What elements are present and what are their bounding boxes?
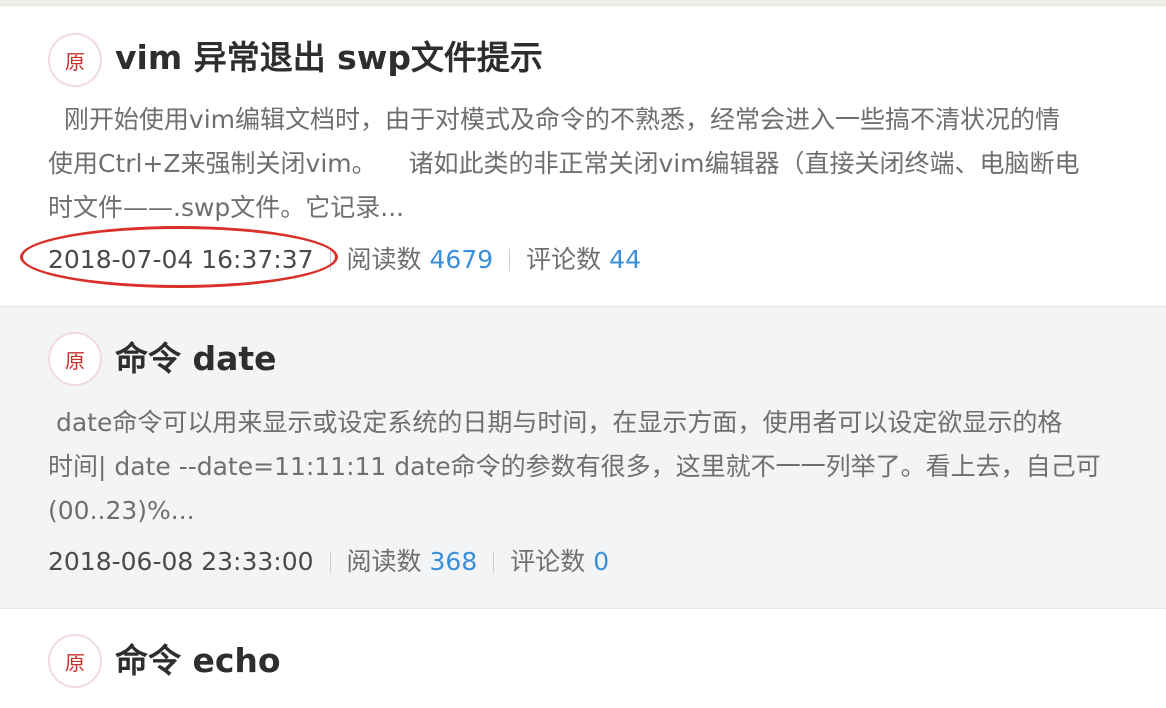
article-item[interactable]: 原 命令 date date命令可以用来显示或设定系统的日期与时间，在显示方面，… (0, 307, 1166, 609)
meta-separator (493, 551, 495, 573)
summary-line: 时文件——.swp文件。它记录... (48, 193, 405, 222)
comment-count[interactable]: 44 (609, 243, 641, 277)
comment-count-label[interactable]: 评论数 (510, 545, 585, 579)
article-meta: 2018-07-04 16:37:37 阅读数 4679 评论数 44 (48, 243, 641, 277)
article-title[interactable]: 命令 echo (115, 641, 281, 681)
original-badge-label: 原 (65, 650, 85, 675)
summary-line: 时间| date --date=11:11:11 date命令的参数有很多，这里… (48, 452, 1101, 481)
comment-count-label[interactable]: 评论数 (526, 243, 601, 277)
article-item[interactable]: 原 命令 echo (0, 609, 1166, 708)
original-badge-label: 原 (65, 49, 85, 74)
meta-separator (329, 551, 331, 573)
summary-line: 使用Ctrl+Z来强制关闭vim。 诸如此类的非正常关闭vim编辑器（直接关闭终… (48, 149, 1080, 178)
original-badge: 原 (48, 634, 102, 688)
summary-line: date命令可以用来显示或设定系统的日期与时间，在显示方面，使用者可以设定欲显示… (48, 408, 1063, 437)
read-count-label: 阅读数 (346, 547, 422, 576)
read-count: 368 (429, 547, 478, 576)
meta-separator (509, 249, 511, 271)
article-item[interactable]: 原 vim 异常退出 swp文件提示 刚开始使用vim编辑文档时，由于对模式及命… (0, 6, 1166, 307)
read-count-label: 阅读数 (346, 245, 422, 274)
read-count: 4679 (429, 245, 494, 274)
original-badge-label: 原 (65, 348, 85, 373)
summary-line: (00..23)%... (48, 496, 195, 525)
article-summary: 刚开始使用vim编辑文档时，由于对模式及命令的不熟悉，经常会进入一些搞不清状况的… (48, 98, 1166, 230)
article-date: 2018-07-04 16:37:37 (48, 245, 314, 274)
article-summary: date命令可以用来显示或设定系统的日期与时间，在显示方面，使用者可以设定欲显示… (48, 401, 1166, 533)
comment-count[interactable]: 0 (593, 545, 609, 579)
original-badge: 原 (48, 33, 102, 87)
article-title[interactable]: vim 异常退出 swp文件提示 (115, 38, 543, 78)
article-meta: 2018-06-08 23:33:00 阅读数 368 评论数 0 (48, 545, 609, 579)
summary-line: 刚开始使用vim编辑文档时，由于对模式及命令的不熟悉，经常会进入一些搞不清状况的… (48, 105, 1060, 134)
article-title[interactable]: 命令 date (115, 339, 277, 379)
article-date: 2018-06-08 23:33:00 (48, 547, 314, 576)
original-badge: 原 (48, 332, 102, 386)
meta-separator (329, 249, 331, 271)
